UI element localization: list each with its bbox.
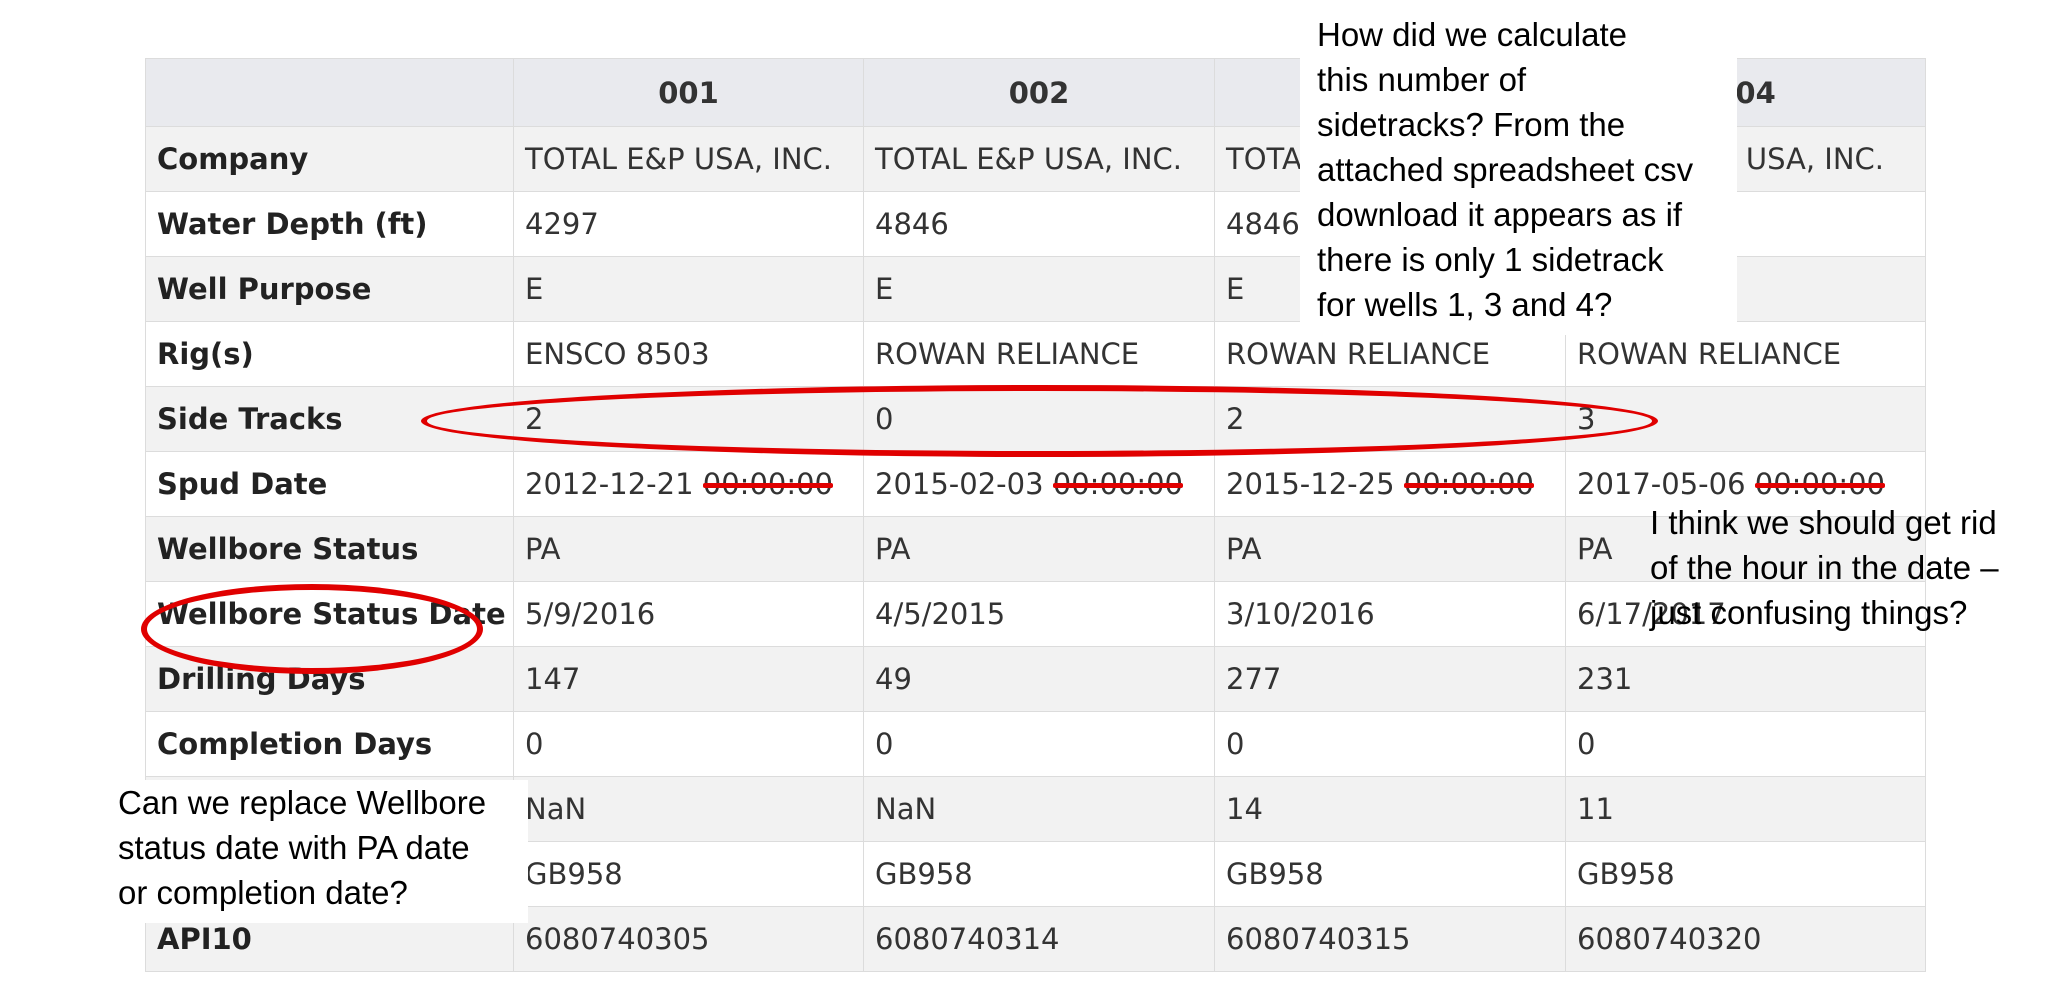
row-label: Wellbore Status	[145, 516, 514, 582]
table-cell: TOTAL E&P USA, INC.	[863, 126, 1215, 192]
comment-line: this number of	[1317, 61, 1527, 98]
table-cell: 11	[1565, 776, 1926, 842]
row-label: Completion Days	[145, 711, 514, 777]
column-header-002: 002	[863, 58, 1215, 127]
column-header	[145, 58, 514, 127]
table-cell: 6080740305	[513, 906, 864, 972]
table-cell: NaN	[513, 776, 864, 842]
table-cell: 2012-12-21 00:00:00	[513, 451, 864, 517]
table-cell: 277	[1214, 646, 1566, 712]
comment-line: download it appears as if	[1317, 196, 1683, 233]
table-cell: 0	[1565, 711, 1926, 777]
row-label: Rig(s)	[145, 321, 514, 387]
table-cell: GB958	[513, 841, 864, 907]
comment-line: attached spreadsheet csv	[1317, 151, 1694, 188]
table-cell: 0	[1214, 711, 1566, 777]
status-date-highlight-ellipse	[141, 584, 483, 674]
comment-line: How did we calculate	[1317, 16, 1627, 53]
table-row-completion-days: Completion Days 0 0 0 0	[145, 711, 1926, 777]
comment-line: there is only 1 sidetrack	[1317, 241, 1664, 278]
spud-date-value: 2017-05-06	[1577, 467, 1746, 501]
table-cell: PA	[513, 516, 864, 582]
table-cell: 147	[513, 646, 864, 712]
comment-line: sidetracks? From the	[1317, 106, 1626, 143]
table-cell: 4/5/2015	[863, 581, 1215, 647]
column-header-001: 001	[513, 58, 864, 127]
comment-line: Can we replace Wellbore	[118, 784, 487, 821]
comment-line: for wells 1, 3 and 4?	[1317, 286, 1613, 323]
comment-line: of the hour in the date –	[1650, 549, 1999, 586]
comment-line: just confusing things?	[1650, 594, 1968, 631]
table-cell: 2015-02-03 00:00:00	[863, 451, 1215, 517]
table-cell: TOTAL E&P USA, INC.	[513, 126, 864, 192]
table-cell: PA	[863, 516, 1215, 582]
comment-line: or completion date?	[118, 874, 408, 911]
spud-date-value: 2015-02-03	[875, 467, 1044, 501]
comment-line: status date with PA date	[118, 829, 470, 866]
table-cell: 49	[863, 646, 1215, 712]
table-cell: 0	[863, 711, 1215, 777]
struck-time: 00:00:00	[1052, 467, 1184, 501]
row-label: Spud Date	[145, 451, 514, 517]
table-cell: 4297	[513, 191, 864, 257]
spud-date-value: 2012-12-21	[525, 467, 694, 501]
row-label: Well Purpose	[145, 256, 514, 322]
table-cell: 4846	[863, 191, 1215, 257]
table-cell: 6080740320	[1565, 906, 1926, 972]
spud-date-value: 2015-12-25	[1226, 467, 1395, 501]
sidetracks-comment: How did we calculate this number of side…	[1300, 12, 1737, 335]
table-cell: PA	[1214, 516, 1566, 582]
replace-status-date-comment: Can we replace Wellbore status date with…	[103, 780, 528, 923]
table-cell: 231	[1565, 646, 1926, 712]
table-cell: GB958	[1214, 841, 1566, 907]
table-cell: ROWAN RELIANCE	[863, 321, 1215, 387]
table-cell: E	[863, 256, 1215, 322]
table-cell: 14	[1214, 776, 1566, 842]
struck-time: 00:00:00	[1403, 467, 1535, 501]
table-cell: NaN	[863, 776, 1215, 842]
table-cell: 6080740314	[863, 906, 1215, 972]
hour-comment: I think we should get rid of the hour in…	[1650, 500, 1999, 635]
table-cell: E	[513, 256, 864, 322]
table-cell: 5/9/2016	[513, 581, 864, 647]
table-cell: ENSCO 8503	[513, 321, 864, 387]
table-cell: 3/10/2016	[1214, 581, 1566, 647]
comment-line: I think we should get rid	[1650, 504, 1997, 541]
table-cell: 0	[513, 711, 864, 777]
table-cell: GB958	[1565, 841, 1926, 907]
row-label: Company	[145, 126, 514, 192]
struck-time: 00:00:00	[702, 467, 834, 501]
struck-time: 00:00:00	[1754, 467, 1886, 501]
table-cell: 2015-12-25 00:00:00	[1214, 451, 1566, 517]
side-tracks-highlight-ellipse	[421, 385, 1658, 457]
table-cell: 6080740315	[1214, 906, 1566, 972]
table-cell: GB958	[863, 841, 1215, 907]
row-label: Water Depth (ft)	[145, 191, 514, 257]
